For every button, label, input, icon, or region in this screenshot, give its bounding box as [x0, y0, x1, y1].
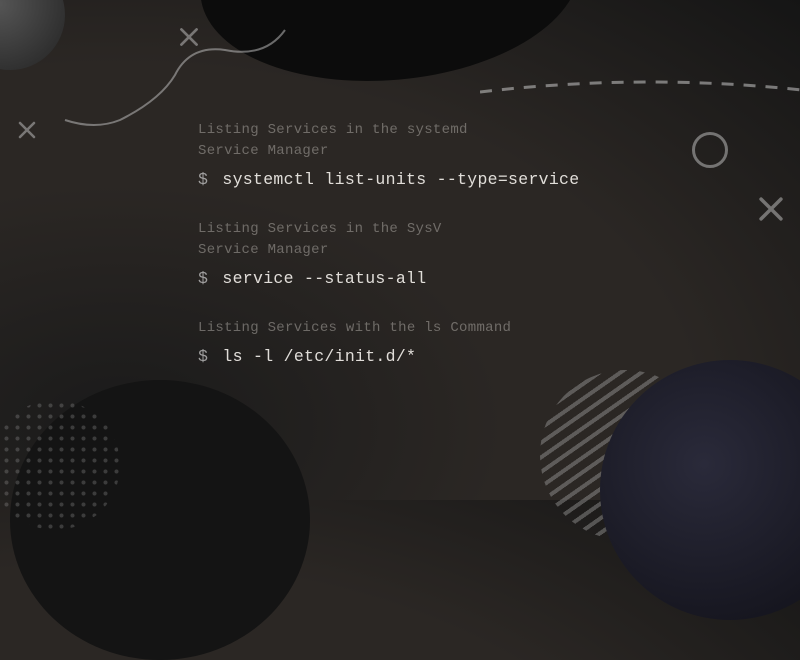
code-comment: Listing Services with the ls Command	[198, 318, 800, 339]
code-section: Listing Services in the systemd Service …	[198, 120, 800, 189]
code-comment: Listing Services in the systemd Service …	[198, 120, 800, 162]
command-text: systemctl list-units --type=service	[222, 170, 579, 189]
command-text: service --status-all	[222, 269, 426, 288]
code-section: Listing Services in the SysV Service Man…	[198, 219, 800, 288]
prompt-symbol: $	[198, 269, 208, 288]
command-text: ls -l /etc/init.d/*	[222, 347, 416, 366]
code-comment: Listing Services in the SysV Service Man…	[198, 219, 800, 261]
code-content: Listing Services in the systemd Service …	[0, 0, 800, 366]
prompt-symbol: $	[198, 347, 208, 366]
command-line: $ service --status-all	[198, 269, 800, 288]
command-line: $ systemctl list-units --type=service	[198, 170, 800, 189]
command-line: $ ls -l /etc/init.d/*	[198, 347, 800, 366]
prompt-symbol: $	[198, 170, 208, 189]
code-section: Listing Services with the ls Command $ l…	[198, 318, 800, 366]
